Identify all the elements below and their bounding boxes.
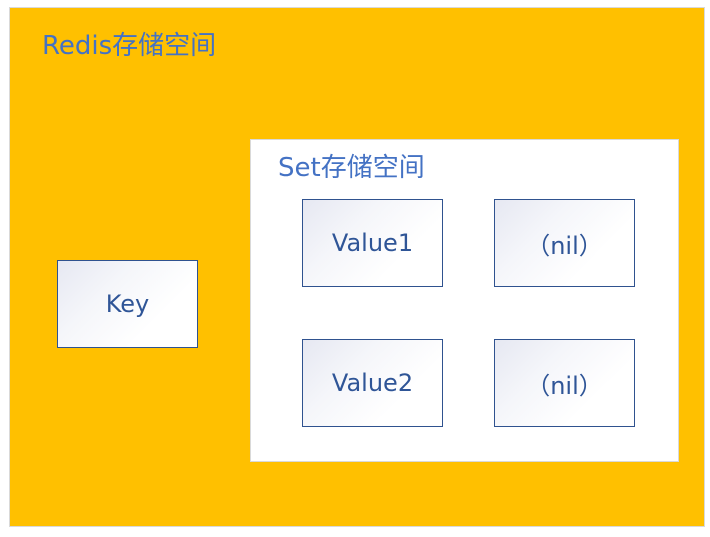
set-cell-value1: Value1: [302, 199, 443, 287]
key-box: Key: [57, 260, 198, 348]
set-cell-label: Value1: [331, 229, 414, 257]
key-box-label: Key: [105, 290, 150, 318]
redis-storage-space-title: Redis存储空间: [42, 31, 217, 61]
set-cell-value2: Value2: [302, 339, 443, 427]
set-storage-space-title: Set存储空间: [278, 153, 425, 183]
diagram-canvas: Redis存储空间 Key Set存储空间 Value1 （nil） Value…: [0, 0, 710, 537]
set-cell-label: （nil）: [526, 371, 603, 400]
set-cell-nil-1: （nil）: [494, 199, 635, 287]
set-cell-nil-2: （nil）: [494, 339, 635, 427]
set-cell-label: （nil）: [526, 231, 603, 260]
set-cell-label: Value2: [331, 369, 414, 397]
